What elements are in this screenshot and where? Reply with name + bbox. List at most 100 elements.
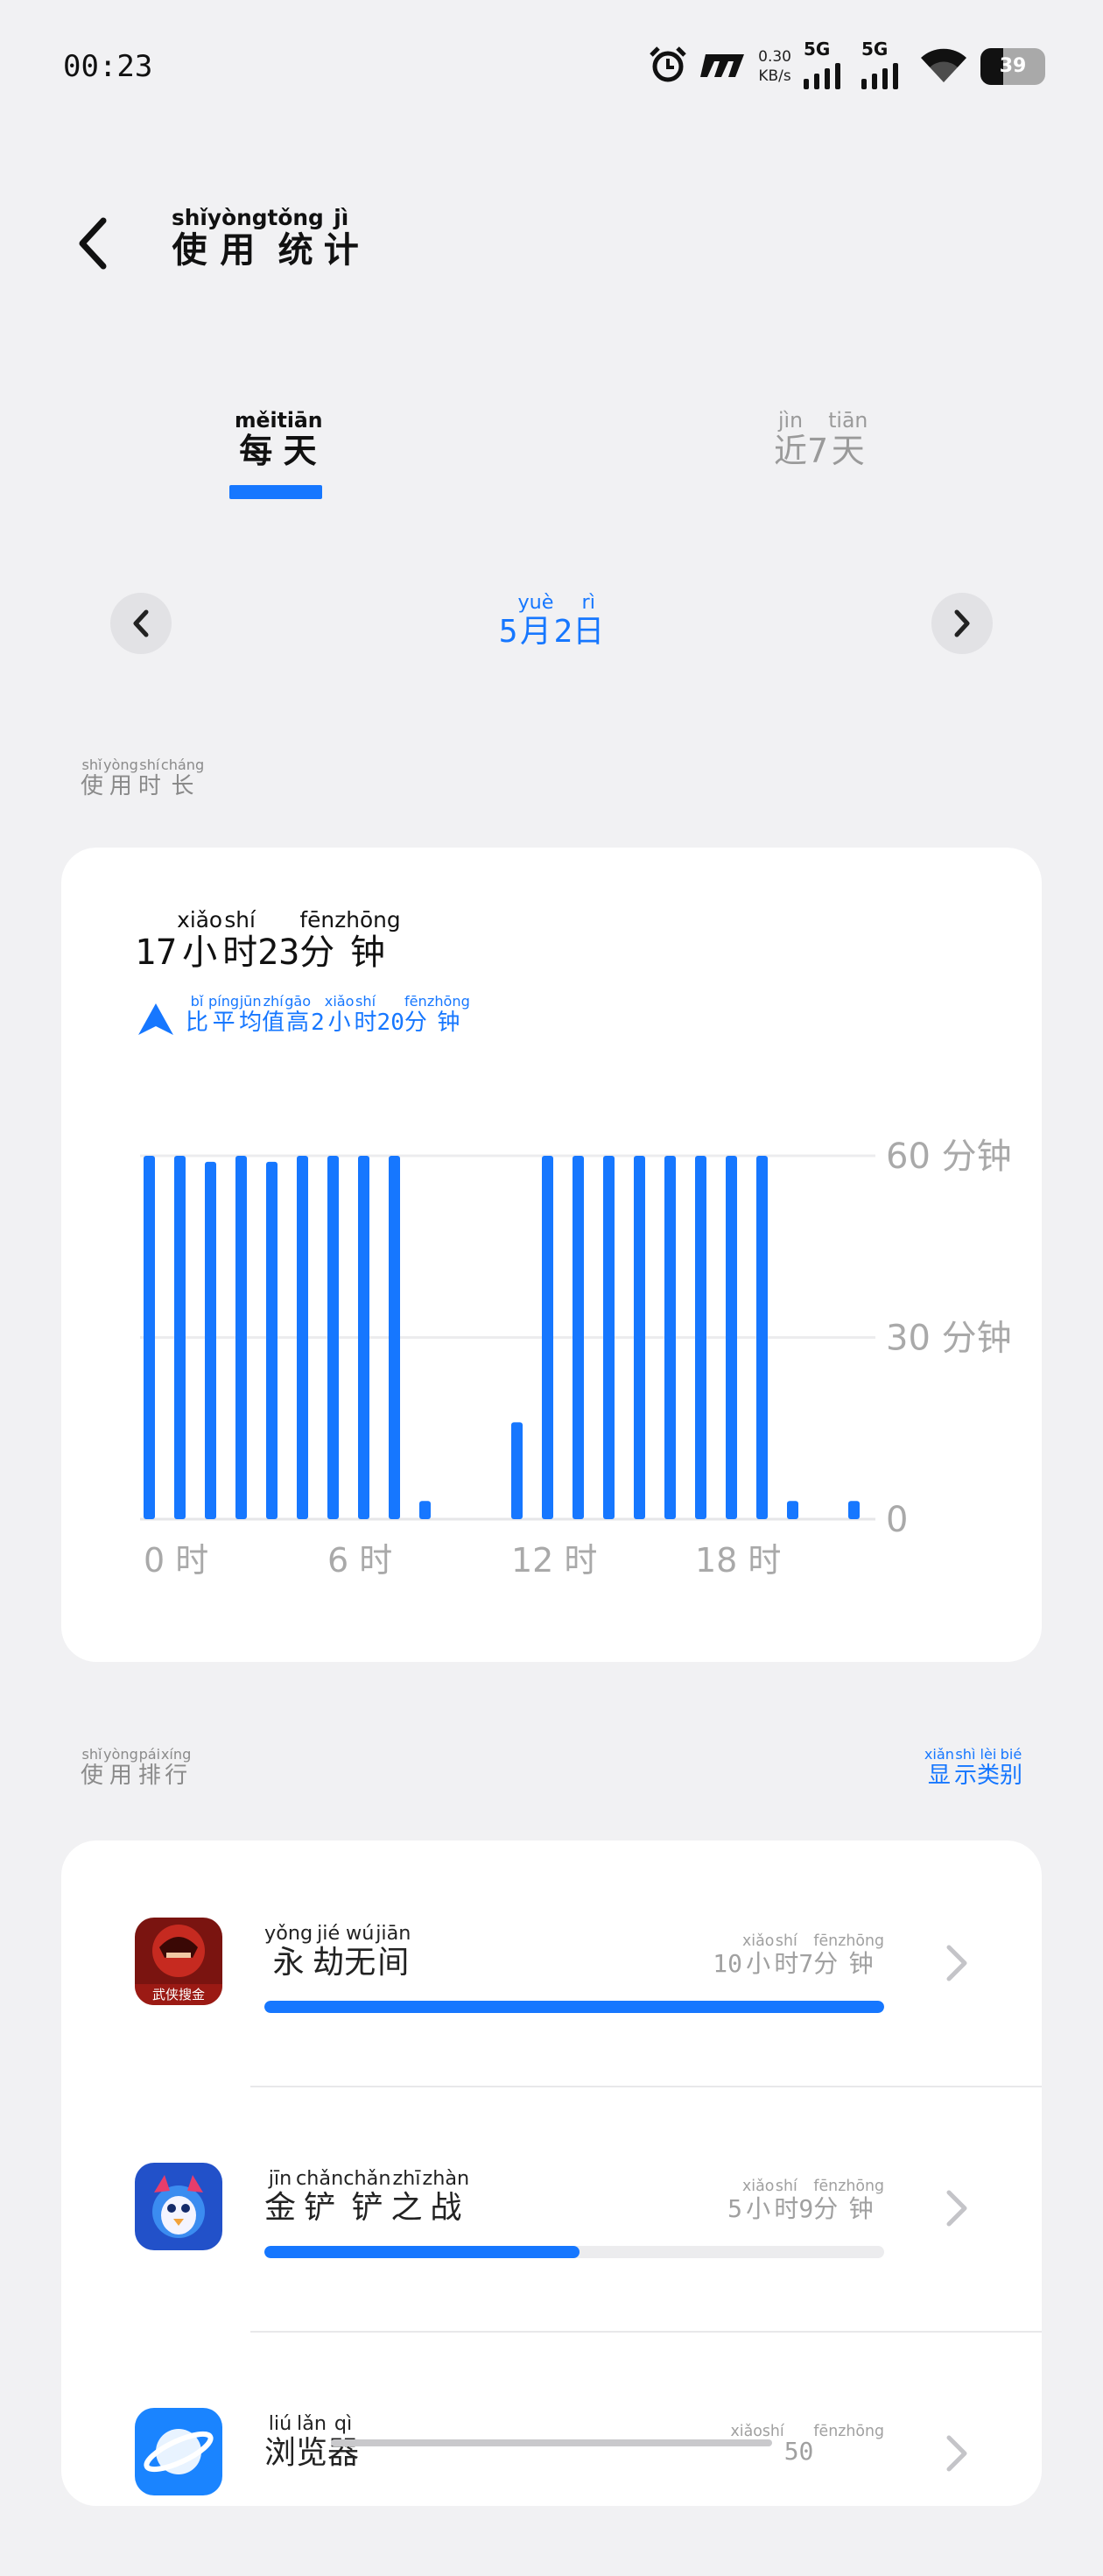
app-name-char: 金jīn	[264, 2167, 297, 2226]
action-char: 类lèi	[976, 1746, 1000, 1789]
action-char: 别bié	[999, 1746, 1022, 1789]
chart-bar[interactable]	[389, 1156, 400, 1519]
comparison-to-average: 比bǐ平píng均jūn值zhí高gāo2 小xiǎo时shí20 分fēn钟z…	[137, 993, 470, 1037]
app-name-char: 览lǎn	[296, 2412, 328, 2471]
app-time-char: 7	[798, 1949, 814, 1978]
app-time-char: 5	[727, 2194, 742, 2223]
date-char: 月yuè	[517, 591, 554, 650]
tab-char: 天tiān	[277, 408, 323, 470]
app-name-char: 战zhàn	[422, 2167, 470, 2226]
browser-app-icon	[135, 2408, 222, 2495]
previous-day-button[interactable]	[110, 593, 172, 654]
compare-char: 均jūn	[239, 993, 263, 1036]
app-name-char: 浏liú	[264, 2412, 297, 2471]
app-name-char: 铲chǎn	[343, 2167, 391, 2226]
compare-char: 小xiǎo	[324, 993, 355, 1036]
app-name-char: 永yǒng	[264, 1922, 313, 1981]
app-time-char: 钟zhōng	[838, 1932, 884, 1978]
app-time-char: 小xiǎo	[741, 2178, 775, 2223]
tab-char: 天tiān	[828, 408, 868, 470]
total-char: 23	[257, 933, 300, 973]
compare-char: 比bǐ	[186, 993, 209, 1036]
app-name: 金jīn铲chǎn铲chǎn之zhī战zhàn	[264, 2167, 470, 2228]
chart-bar[interactable]	[235, 1156, 247, 1519]
app-name: 永yǒng劫jié无wú间jiān	[264, 1922, 411, 1982]
home-indicator[interactable]	[331, 2439, 772, 2446]
chart-bar[interactable]	[726, 1156, 737, 1519]
total-char: 小xiǎo	[177, 907, 223, 973]
x-tick-label: 0 时	[144, 1541, 208, 1580]
compare-char: 20	[376, 1010, 404, 1036]
arrow-up-icon	[138, 1003, 173, 1035]
x-tick-label: 6 时	[327, 1541, 392, 1580]
show-categories-link[interactable]: 显xiǎn示shì类lèi别bié	[924, 1746, 1022, 1790]
action-char: 示shì	[953, 1746, 977, 1789]
compare-char: 时shí	[354, 993, 377, 1036]
compare-char: 平píng	[208, 993, 240, 1036]
wifi-icon	[919, 46, 968, 88]
chart-bar[interactable]	[664, 1156, 676, 1519]
status-icons: 0.30 KB/s 5G 5G 39	[648, 39, 1045, 91]
battery-indicator: 39	[980, 48, 1045, 85]
compare-char: 分fēn	[404, 993, 427, 1036]
chart-bar[interactable]	[848, 1501, 860, 1519]
chart-bar[interactable]	[358, 1156, 369, 1519]
chart-bar[interactable]	[297, 1156, 308, 1519]
app-name-char: 无wú	[344, 1922, 376, 1981]
tab-char: 近jìn	[774, 408, 808, 470]
app-name-char: 间jiān	[376, 1922, 411, 1981]
signal-2-icon: 5G	[861, 39, 907, 89]
chart-bar[interactable]	[205, 1161, 216, 1519]
chart-bar[interactable]	[573, 1156, 584, 1519]
label-char: 行xíng	[160, 1746, 192, 1789]
chart-bar[interactable]	[787, 1501, 798, 1519]
app-row[interactable]: 浏liú览lǎn器qì xiǎo shí50 fēn zhōng	[61, 2331, 1042, 2576]
compare-char: 高gāo	[285, 993, 312, 1036]
chart-bar[interactable]	[266, 1161, 278, 1519]
chart-bar[interactable]	[419, 1501, 431, 1519]
chart-bar[interactable]	[542, 1156, 553, 1519]
app-row[interactable]: 金jīn铲chǎn铲chǎn之zhī战zhàn 5 小xiǎo时shí9 分fē…	[61, 2086, 1042, 2331]
chart-bar[interactable]	[327, 1156, 339, 1519]
action-char: 显xiǎn	[924, 1746, 954, 1789]
app-notification-icon	[700, 49, 746, 84]
total-char: 分fēn	[299, 907, 335, 973]
title-char: 使shǐ	[172, 205, 207, 271]
chart-bar[interactable]	[144, 1156, 155, 1519]
current-date[interactable]: 5 月yuè2 日rì	[473, 591, 630, 651]
chart-bar[interactable]	[603, 1156, 615, 1519]
tab-last-7-days[interactable]: 近jìn7 天tiān	[774, 408, 868, 472]
hourly-usage-chart: 60 分钟 30 分钟 0 0 时 6 时 12 时 18 时	[140, 1137, 1012, 1580]
title-char: 用yòng	[207, 205, 268, 271]
chart-bar[interactable]	[695, 1156, 706, 1519]
title-char: 统tǒng	[267, 205, 324, 271]
tab-char: 7	[807, 432, 829, 470]
chevron-right-icon	[946, 2190, 967, 2227]
label-char: 时shí	[137, 757, 161, 799]
chart-bar[interactable]	[634, 1156, 645, 1519]
network-speed: 0.30 KB/s	[758, 48, 791, 85]
tft-app-icon	[135, 2163, 222, 2250]
alarm-icon	[648, 45, 688, 88]
svg-text:武侠搜金: 武侠搜金	[152, 1987, 205, 2002]
app-row[interactable]: 武侠搜金 永yǒng劫jié无wú间jiān 10 小xiǎo时shí7 分fē…	[61, 1841, 1042, 2086]
back-button[interactable]	[74, 217, 116, 270]
chart-bar[interactable]	[174, 1156, 186, 1519]
compare-char: 钟zhōng	[426, 993, 470, 1036]
app-time-char: 10	[713, 1949, 742, 1978]
total-char: 钟zhōng	[334, 907, 401, 973]
app-time-char: 钟zhōng	[838, 2178, 884, 2223]
app-usage-bar	[264, 2001, 884, 2013]
compare-char: 值zhí	[262, 993, 285, 1036]
chart-bar[interactable]	[756, 1156, 768, 1519]
app-time-char: 小xiǎo	[741, 1932, 775, 1978]
chart-bar[interactable]	[511, 1422, 523, 1519]
label-char: 长cháng	[160, 757, 205, 799]
next-day-button[interactable]	[931, 593, 993, 654]
signal-1-icon: 5G	[804, 39, 849, 89]
label-char: 用yòng	[103, 757, 138, 799]
total-usage-time: 17 小xiǎo时shí23 分fēn钟zhōng	[135, 907, 401, 975]
tab-daily[interactable]: 每měi天tiān	[235, 408, 323, 472]
date-char: 日rì	[573, 591, 605, 650]
app-ranking-list: 武侠搜金 永yǒng劫jié无wú间jiān 10 小xiǎo时shí7 分fē…	[61, 1841, 1042, 2506]
